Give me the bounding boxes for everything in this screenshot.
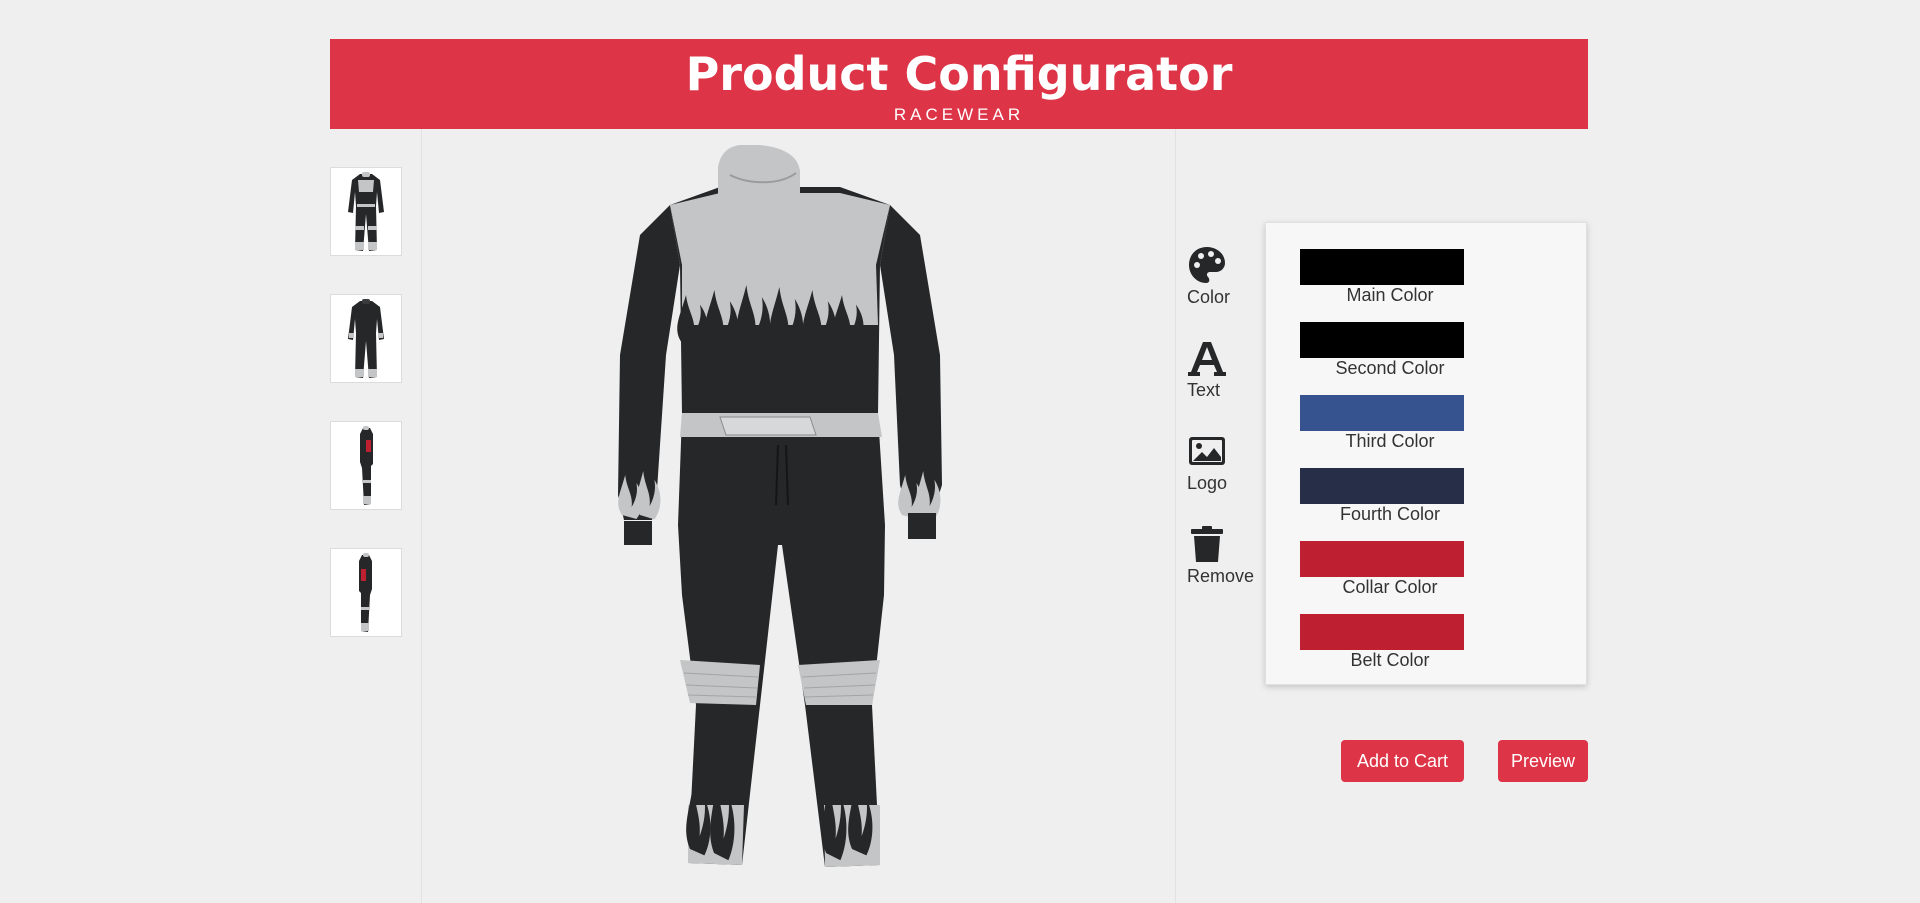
image-icon: [1189, 437, 1225, 465]
page-title: Product Configurator: [685, 47, 1233, 101]
main-color-label: Main Color: [1346, 285, 1434, 305]
collar-color-label: Collar Color: [1342, 577, 1438, 597]
color-options-panel: Main Color Second Color Third Color Four…: [1265, 222, 1587, 685]
suit-left-side-thumbnail-image: [360, 425, 373, 505]
product-preview-canvas[interactable]: [610, 144, 950, 870]
palette-icon: [1189, 247, 1225, 283]
suit-right-side-thumbnail-image: [359, 552, 372, 632]
column-divider: [1175, 129, 1176, 903]
color-option-fourth[interactable]: Fourth Color: [1300, 468, 1464, 524]
main-color-swatch[interactable]: [1300, 249, 1464, 285]
color-option-main[interactable]: Main Color: [1300, 249, 1464, 305]
collar-color-swatch[interactable]: [1300, 541, 1464, 577]
color-option-collar[interactable]: Collar Color: [1300, 541, 1464, 597]
page-subtitle: RACEWEAR: [893, 105, 1025, 124]
text-icon: [1188, 342, 1226, 376]
fourth-color-label: Fourth Color: [1339, 504, 1441, 524]
thumbnail-right-view[interactable]: [330, 548, 402, 637]
tool-remove[interactable]: Remove: [1187, 524, 1257, 586]
tool-color-label: Color: [1187, 287, 1231, 307]
thumbnail-front-view[interactable]: [330, 167, 402, 256]
suit-front-thumbnail-image: [348, 171, 384, 251]
second-color-swatch[interactable]: [1300, 322, 1464, 358]
third-color-swatch[interactable]: [1300, 395, 1464, 431]
thumbnail-left-view[interactable]: [330, 421, 402, 510]
add-to-cart-button[interactable]: Add to Cart: [1341, 740, 1464, 782]
tool-remove-label: Remove: [1187, 566, 1255, 586]
belt-color-swatch[interactable]: [1300, 614, 1464, 650]
belt-color-label: Belt Color: [1350, 650, 1430, 670]
race-suit-image: [618, 144, 942, 867]
second-color-label: Second Color: [1335, 358, 1445, 378]
tool-text[interactable]: Text: [1187, 338, 1257, 400]
color-option-second[interactable]: Second Color: [1300, 322, 1464, 378]
suit-back-thumbnail-image: [348, 298, 384, 378]
third-color-label: Third Color: [1345, 431, 1435, 451]
thumbnail-back-view[interactable]: [330, 294, 402, 383]
preview-button[interactable]: Preview: [1498, 740, 1588, 782]
trash-icon: [1191, 526, 1223, 562]
fourth-color-swatch[interactable]: [1300, 468, 1464, 504]
tool-logo[interactable]: Logo: [1187, 431, 1257, 493]
tool-color[interactable]: Color: [1187, 245, 1257, 307]
color-option-belt[interactable]: Belt Color: [1300, 614, 1464, 670]
tool-text-label: Text: [1187, 380, 1221, 400]
tool-logo-label: Logo: [1187, 473, 1228, 493]
color-option-third[interactable]: Third Color: [1300, 395, 1464, 451]
column-divider: [421, 129, 422, 903]
header-banner: Product Configurator RACEWEAR: [330, 39, 1588, 129]
